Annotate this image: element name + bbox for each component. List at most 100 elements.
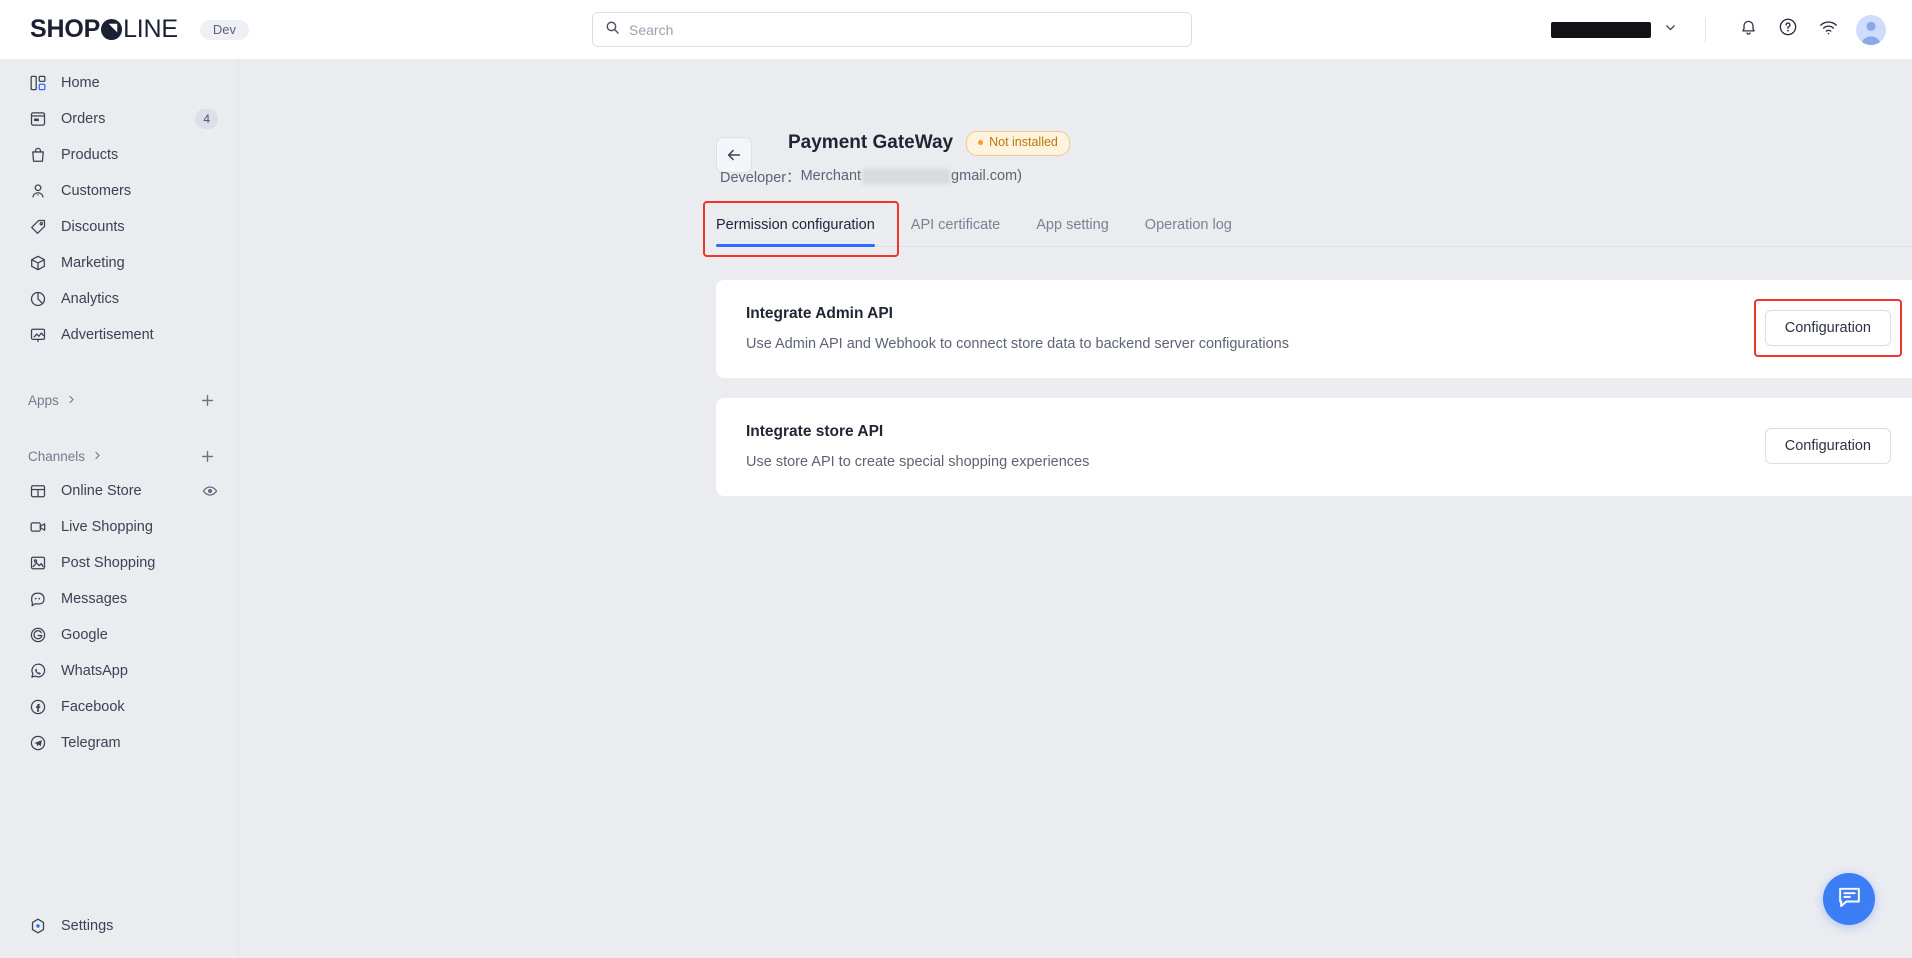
search-icon [605, 20, 620, 40]
developer-line: Developer： Merchant gmail.com) [720, 166, 1070, 187]
bell-icon [1739, 18, 1758, 42]
sidebar-item-orders[interactable]: Orders 4 [14, 101, 228, 137]
network-status-button[interactable] [1808, 10, 1848, 50]
divider [1705, 16, 1706, 43]
tab-bar: Permission configuration API certificate… [703, 200, 1912, 257]
logo-text-light: LINE [123, 15, 178, 43]
sidebar-item-discounts[interactable]: Discounts [14, 209, 228, 245]
logo-area[interactable]: SHOP LINE Dev [0, 15, 249, 44]
facebook-icon [28, 698, 47, 717]
store-icon [28, 482, 47, 501]
store-switcher[interactable] [1545, 21, 1683, 39]
page-header: Payment GateWay Not installed Developer：… [239, 59, 1912, 187]
developer-name: Merchant [800, 168, 862, 184]
status-dot-icon [978, 140, 984, 146]
sidebar-item-label: Live Shopping [61, 519, 153, 535]
help-button[interactable] [1768, 10, 1808, 50]
configuration-button-admin-api[interactable]: Configuration [1764, 310, 1891, 346]
permission-cards: Integrate Admin API Use Admin API and We… [716, 279, 1912, 496]
shopline-logo[interactable]: SHOP LINE [30, 15, 178, 44]
sidebar-item-products[interactable]: Products [14, 137, 228, 173]
top-bar: SHOP LINE Dev [0, 0, 1912, 59]
help-icon [1778, 17, 1798, 42]
sidebar-item-online-store[interactable]: Online Store [14, 473, 228, 509]
sidebar-item-label: Discounts [61, 219, 125, 235]
tab-label: App setting [1036, 216, 1109, 233]
whatsapp-icon [28, 662, 47, 681]
discounts-icon [28, 218, 47, 237]
sidebar-item-whatsapp[interactable]: WhatsApp [14, 653, 228, 689]
sidebar-item-settings[interactable]: Settings [14, 908, 228, 944]
telegram-icon [28, 734, 47, 753]
store-name-redacted [1551, 21, 1651, 38]
tab-api-certificate[interactable]: API certificate [911, 211, 1000, 246]
sidebar-item-post-shopping[interactable]: Post Shopping [14, 545, 228, 581]
add-channel-button[interactable] [196, 445, 218, 467]
search-input[interactable] [629, 21, 1179, 38]
top-right-controls [1545, 10, 1912, 50]
marketing-icon [28, 254, 47, 273]
add-app-button[interactable] [196, 389, 218, 411]
tab-app-setting[interactable]: App setting [1036, 211, 1109, 246]
status-badge: Not installed [966, 131, 1070, 156]
sidebar-item-label: Home [61, 75, 100, 91]
wifi-icon [1818, 17, 1839, 43]
sidebar-item-home[interactable]: Home [14, 65, 228, 101]
sidebar-item-label: WhatsApp [61, 663, 128, 679]
channels-section-label: Channels [28, 448, 86, 464]
title-row: Payment GateWay Not installed [788, 131, 1070, 156]
sidebar-item-label: Telegram [61, 735, 121, 751]
sidebar-item-label: Analytics [61, 291, 120, 307]
tab-operation-log[interactable]: Operation log [1145, 211, 1232, 246]
google-icon [28, 626, 47, 645]
sidebar-item-live-shopping[interactable]: Live Shopping [14, 509, 228, 545]
card-integrate-admin-api: Integrate Admin API Use Admin API and We… [716, 279, 1912, 378]
sidebar-item-google[interactable]: Google [14, 617, 228, 653]
logo-tag-icon [100, 18, 123, 41]
developer-email-redacted [862, 168, 951, 184]
chevron-right-icon [66, 393, 77, 408]
search-area [239, 12, 1545, 47]
tab-label: API certificate [910, 216, 1001, 233]
card-body: Integrate store API Use store API to cre… [746, 423, 1765, 470]
page-title: Payment GateWay [788, 132, 954, 154]
sidebar-item-label: Advertisement [61, 327, 154, 343]
sidebar-item-messages[interactable]: Messages [14, 581, 228, 617]
sidebar-item-label: Products [61, 147, 119, 163]
sidebar-item-analytics[interactable]: Analytics [14, 281, 228, 317]
main-content: Payment GateWay Not installed Developer：… [239, 59, 1912, 958]
video-icon [28, 518, 47, 537]
chevron-down-icon [1664, 21, 1677, 39]
customers-icon [28, 182, 47, 201]
eye-icon[interactable] [202, 483, 218, 499]
sidebar-item-customers[interactable]: Customers [14, 173, 228, 209]
sidebar-item-label: Google [61, 627, 108, 643]
home-icon [28, 74, 47, 93]
sidebar-item-telegram[interactable]: Telegram [14, 725, 228, 761]
card-action-holder: Configuration [1753, 299, 1902, 357]
sidebar-item-label: Post Shopping [61, 555, 156, 571]
tab-label: Operation log [1144, 216, 1232, 233]
tab-permission-configuration[interactable]: Permission configuration [716, 211, 875, 247]
analytics-icon [28, 290, 47, 309]
card-title: Integrate Admin API [746, 304, 893, 322]
sidebar-section-channels[interactable]: Channels [14, 439, 228, 473]
sidebar-item-label: Marketing [61, 255, 125, 271]
sidebar: Home Orders 4 Products Customers Discoun… [0, 59, 239, 958]
sidebar-item-label: Online Store [61, 483, 142, 499]
avatar[interactable] [1856, 14, 1886, 45]
sidebar-item-advertisement[interactable]: Advertisement [14, 317, 228, 353]
notifications-button[interactable] [1728, 10, 1768, 50]
configuration-button-store-api[interactable]: Configuration [1764, 428, 1891, 464]
chat-support-button[interactable] [1823, 873, 1875, 925]
sidebar-item-label: Messages [61, 591, 128, 607]
page-header-text: Payment GateWay Not installed Developer：… [720, 131, 1070, 187]
sidebar-item-marketing[interactable]: Marketing [14, 245, 228, 281]
advertisement-icon [28, 326, 47, 345]
sidebar-item-label: Settings [61, 918, 114, 934]
search-box[interactable] [592, 12, 1192, 47]
sidebar-item-facebook[interactable]: Facebook [14, 689, 228, 725]
developer-prefix: Developer： [720, 169, 801, 186]
tab-label: Permission configuration [716, 216, 875, 233]
sidebar-section-apps[interactable]: Apps [14, 383, 228, 417]
